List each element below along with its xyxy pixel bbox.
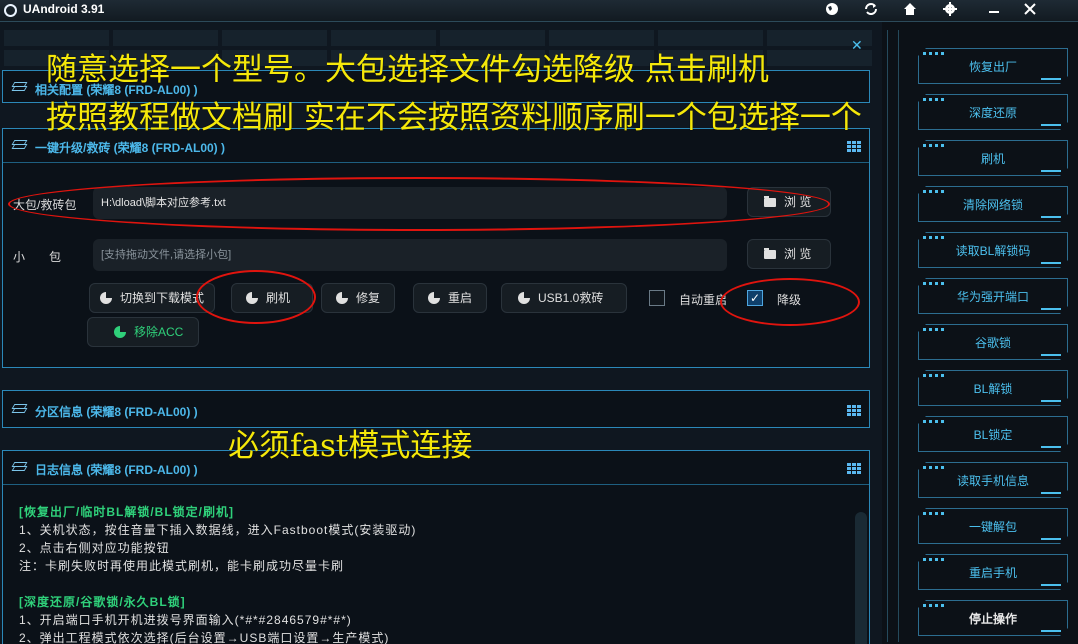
sidebar-label: 深度还原 [968,106,1017,120]
annotation-ellipse-flash [196,270,316,324]
panel-title: 一键升级/救砖 (荣耀8 (FRD-AL00) ) [35,141,225,155]
sidebar-read-phone-info-button[interactable]: 读取手机信息 [918,462,1068,498]
sidebar-label: 清除网络锁 [962,198,1023,212]
sidebar-flash-button[interactable]: 刷机 [918,140,1068,176]
sidebar-label: 重启手机 [968,566,1017,580]
sidebar-label: BL锁定 [973,428,1013,442]
annotation-text-line3: 必须fast模式连接 [228,428,473,464]
button-label: 切换到下载模式 [120,291,205,305]
sidebar-label: 谷歌锁 [974,336,1011,350]
log-line: 1、关机状态，按住音量下插入数据线，进入Fastboot模式(安装驱动) [19,523,417,537]
title-bar: UAndroid 3.91 [0,0,1078,22]
sidebar-restart-phone-button[interactable]: 重启手机 [918,554,1068,590]
browse-label: 浏 览 [784,247,812,261]
sidebar-bl-lock-button[interactable]: BL锁定 [918,416,1068,452]
app-logo-icon [4,4,17,17]
repair-button[interactable]: 修复 [321,283,395,313]
panel-title: 日志信息 (荣耀8 (FRD-AL00) ) [35,463,198,477]
home-icon[interactable] [901,2,919,20]
sidebar-bl-unlock-button[interactable]: BL解锁 [918,370,1068,406]
layers-icon [11,82,28,94]
panel-title: 分区信息 (荣耀8 (FRD-AL00) ) [35,405,198,419]
annotation-text-line1: 随意选择一个型号。大包选择文件勾选降级 点击刷机 [46,52,769,88]
sidebar: 恢复出厂 深度还原 刷机 清除网络锁 读取BL解锁码 华为强开端口 谷歌锁 BL… [882,22,1078,644]
annotation-ellipse-big-package [8,177,830,231]
minimize-icon[interactable] [985,2,1003,20]
sidebar-label: 停止操作 [968,612,1017,626]
layers-icon [11,140,28,152]
globe-icon[interactable] [823,2,841,20]
log-scrollbar[interactable] [855,512,867,644]
small-package-label: 小 包 [13,250,62,264]
log-line: [恢复出厂/临时BL解锁/BL锁定/刷机] [19,505,234,519]
sidebar-label: 恢复出厂 [968,60,1017,74]
annotation-ellipse-downgrade [720,278,860,326]
sidebar-label: 刷机 [980,152,1005,166]
log-line: 2、点击右侧对应功能按钮 [19,541,170,555]
sidebar-unpack-button[interactable]: 一键解包 [918,508,1068,544]
sidebar-read-bl-code-button[interactable]: 读取BL解锁码 [918,232,1068,268]
sidebar-factory-reset-button[interactable]: 恢复出厂 [918,48,1068,84]
pie-icon [428,292,440,304]
grid-icon[interactable] [847,463,861,474]
pie-icon [518,292,530,304]
log-line: 2、弹出工程模式依次选择(后台设置→USB端口设置→生产模式) [19,631,390,644]
usb-rescue-button[interactable]: USB1.0救砖 [501,283,627,313]
sidebar-open-port-button[interactable]: 华为强开端口 [918,278,1068,314]
browse-small-button[interactable]: 浏 览 [747,239,831,269]
auto-reboot-checkbox[interactable] [649,290,665,306]
log-line: 1、开启端口手机开机进拨号界面输入(*#*#2846579#*#*) [19,613,352,627]
grid-icon[interactable] [847,405,861,416]
sidebar-label: 读取BL解锁码 [955,244,1031,258]
sidebar-label: 华为强开端口 [956,290,1029,304]
folder-icon [764,248,776,259]
small-package-field[interactable]: [支持拖动文件,请选择小包] [93,239,727,271]
sidebar-rail [887,30,899,642]
grid-icon[interactable] [847,141,861,152]
pie-icon [114,326,126,338]
button-label: 修复 [356,291,381,305]
upgrade-panel: 一键升级/救砖 (荣耀8 (FRD-AL00) ) 大包/救砖包 H:\dloa… [2,128,870,368]
refresh-icon[interactable] [862,2,880,20]
button-label: 重启 [448,291,473,305]
sidebar-google-lock-button[interactable]: 谷歌锁 [918,324,1068,360]
pie-icon [100,292,112,304]
log-line: [深度还原/谷歌锁/永久BL锁] [19,595,186,609]
button-label: 移除ACC [134,325,184,339]
app-title: UAndroid 3.91 [23,2,105,16]
annotation-text-line2: 按照教程做文档刷 实在不会按照资料顺序刷一个包选择一个 [46,100,862,136]
remove-acc-button[interactable]: 移除ACC [87,317,199,347]
log-panel: 日志信息 (荣耀8 (FRD-AL00) ) [恢复出厂/临时BL解锁/BL锁定… [2,450,870,644]
sidebar-label: 一键解包 [968,520,1017,534]
sidebar-label: BL解锁 [973,382,1013,396]
small-close-icon[interactable]: ✕ [851,38,863,54]
sidebar-label: 读取手机信息 [956,474,1029,488]
button-label: USB1.0救砖 [538,291,604,305]
layers-icon [11,462,28,474]
close-icon[interactable] [1021,2,1039,20]
log-line: 注：卡刷失败时再使用此模式刷机，能卡刷成功尽量卡刷 [19,559,345,573]
reboot-button[interactable]: 重启 [413,283,487,313]
gear-icon[interactable] [941,2,959,20]
sidebar-stop-button[interactable]: 停止操作 [918,600,1068,636]
pie-icon [336,292,348,304]
sidebar-clear-network-lock-button[interactable]: 清除网络锁 [918,186,1068,222]
sidebar-deep-restore-button[interactable]: 深度还原 [918,94,1068,130]
layers-icon [11,404,28,416]
